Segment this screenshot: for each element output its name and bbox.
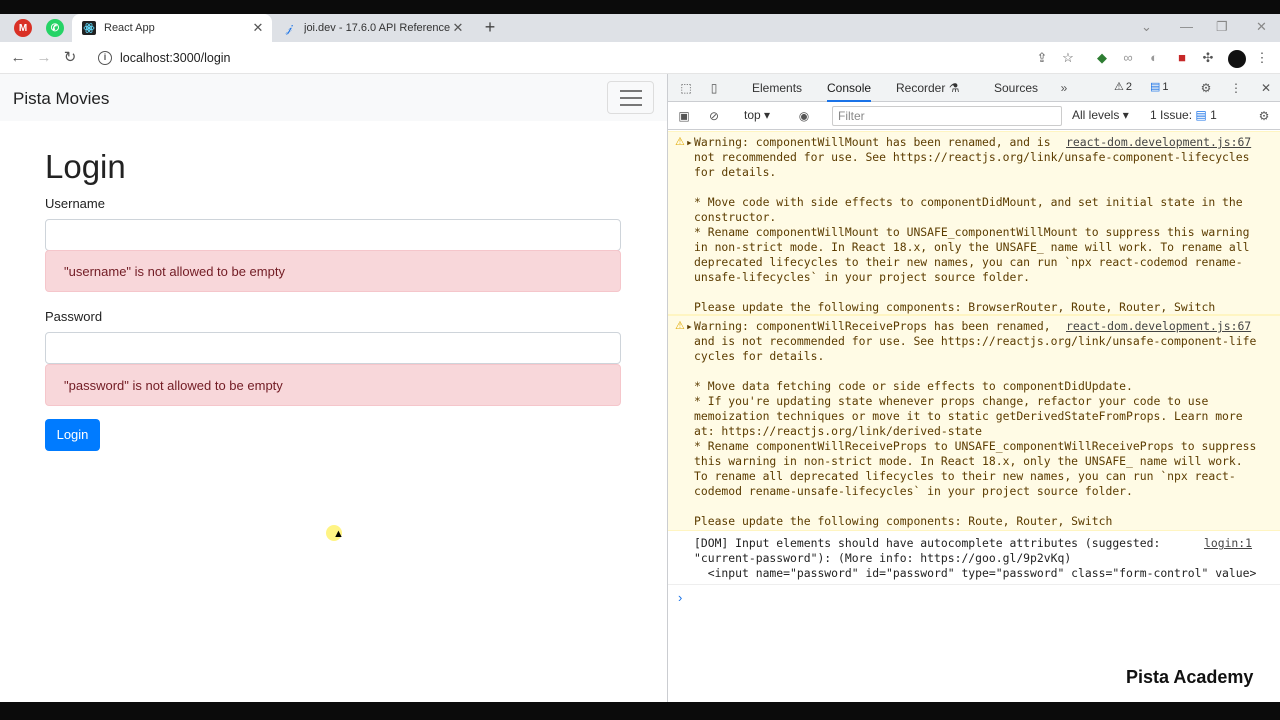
share-icon[interactable]: ⇪ <box>1034 50 1050 66</box>
issues-label: 1 Issue: <box>1150 108 1193 122</box>
console-message: [DOM] Input elements should have autocom… <box>668 533 1280 585</box>
mouse-cursor-icon: ▲ <box>333 528 344 540</box>
warning-source-link[interactable]: react-dom.development.js:67 <box>1066 135 1252 149</box>
extension-icon[interactable]: ◐ <box>1146 50 1162 66</box>
password-field[interactable] <box>45 332 621 364</box>
tab-joi-dev[interactable]: 𝒿 joi.dev - 17.6.0 API Reference ✕ <box>272 14 472 42</box>
more-tabs-icon[interactable]: » <box>1056 80 1072 96</box>
warning-icon: ⚠ <box>1114 81 1124 93</box>
device-toolbar-icon[interactable]: ▯ <box>706 80 722 96</box>
message-source-link[interactable]: login:1 <box>1204 536 1253 550</box>
extension-icon[interactable]: ∞ <box>1120 50 1136 66</box>
browser-tab-strip: M ✆ React App ✕ 𝒿 joi.dev - 17.6.0 API R… <box>0 14 1280 42</box>
password-label: Password <box>45 309 103 324</box>
tab-search-chevron-icon[interactable]: ⌄ <box>1141 19 1152 35</box>
window-close-icon[interactable]: ✕ <box>1256 19 1267 35</box>
tab-recorder-label: Recorder <box>896 81 946 95</box>
username-label: Username <box>45 196 105 211</box>
issues-count: 1 <box>1210 108 1217 122</box>
close-tab-icon[interactable]: ✕ <box>250 20 266 36</box>
minimize-icon[interactable]: — <box>1180 19 1193 34</box>
warning-message-text: Warning: componentWillReceiveProps has b… <box>694 319 1257 528</box>
tab-sources[interactable]: Sources <box>994 74 1038 102</box>
gmail-pinned-tab-icon[interactable]: M <box>14 19 32 37</box>
context-value: top <box>744 108 761 122</box>
tab-recorder[interactable]: Recorder ⚗ <box>896 74 959 102</box>
tab-title: joi.dev - 17.6.0 API Reference <box>304 22 450 34</box>
message-icon: ▤ <box>1150 81 1161 93</box>
console-output: ⚠ ▸ Warning: componentWillMount has been… <box>668 131 1280 701</box>
warnings-badge[interactable]: ⚠ 2 <box>1114 80 1132 94</box>
reload-icon[interactable]: ↻ <box>60 48 80 68</box>
site-info-icon[interactable]: i <box>98 51 112 65</box>
devtools-panel: ⬚ ▯ Elements Console Recorder ⚗ Sources … <box>667 74 1280 702</box>
tab-console[interactable]: Console <box>827 74 872 102</box>
login-button[interactable]: Login <box>45 419 100 451</box>
console-settings-icon[interactable]: ⚙ <box>1256 108 1272 124</box>
devtools-menu-icon[interactable]: ⋮ <box>1228 80 1244 96</box>
expand-arrow-icon[interactable]: ▸ <box>686 319 693 334</box>
console-warning: ⚠ ▸ Warning: componentWillReceiveProps h… <box>668 315 1280 531</box>
username-field[interactable] <box>45 219 621 251</box>
navbar-brand[interactable]: Pista Movies <box>13 89 109 109</box>
navbar-toggler-icon[interactable] <box>607 81 654 114</box>
flask-icon: ⚗ <box>948 81 960 95</box>
app-navbar: Pista Movies <box>0 74 667 121</box>
issue-icon: ▤ <box>1195 108 1207 122</box>
screen-bottom-bar <box>0 702 1280 720</box>
dom-message-text: [DOM] Input elements should have autocom… <box>694 536 1257 580</box>
whatsapp-pinned-tab-icon[interactable]: ✆ <box>46 19 64 37</box>
clear-console-icon[interactable]: ⊘ <box>706 108 722 124</box>
log-levels-value: All levels <box>1072 108 1120 122</box>
new-tab-icon[interactable]: + <box>480 17 500 37</box>
console-filter-input[interactable]: Filter <box>832 106 1062 126</box>
settings-gear-icon[interactable]: ⚙ <box>1198 80 1214 96</box>
warnings-count: 2 <box>1125 80 1132 93</box>
inspect-element-icon[interactable]: ⬚ <box>678 80 694 96</box>
screen-top-bar <box>0 0 1280 14</box>
forward-icon[interactable]: → <box>34 48 54 68</box>
watermark: Pista Academy <box>1126 667 1254 687</box>
messages-count: 1 <box>1162 80 1169 93</box>
react-favicon-icon <box>82 21 96 35</box>
warning-icon: ⚠ <box>675 136 685 148</box>
expand-arrow-icon[interactable]: ▸ <box>686 135 693 150</box>
sidebar-toggle-icon[interactable]: ▣ <box>676 108 692 124</box>
log-levels-select[interactable]: All levels ▾ <box>1072 108 1129 122</box>
bookmark-star-icon[interactable]: ☆ <box>1060 50 1076 66</box>
joi-favicon-icon: 𝒿 <box>285 20 293 35</box>
profile-avatar[interactable] <box>1228 50 1246 68</box>
tab-elements[interactable]: Elements <box>752 74 802 102</box>
url-text: localhost:3000/login <box>120 51 231 65</box>
close-tab-icon[interactable]: ✕ <box>450 20 466 36</box>
password-error-alert: "password" is not allowed to be empty <box>45 364 621 406</box>
warning-icon: ⚠ <box>675 320 685 332</box>
devtools-tab-bar: ⬚ ▯ Elements Console Recorder ⚗ Sources … <box>668 74 1280 102</box>
warning-source-link[interactable]: react-dom.development.js:67 <box>1066 319 1252 333</box>
tab-title: React App <box>104 22 155 34</box>
extension-icon[interactable]: ◆ <box>1094 50 1110 66</box>
console-filter-bar: ▣ ⊘ top ▾ ◉ Filter All levels ▾ 1 Issue:… <box>668 102 1280 130</box>
console-prompt-icon[interactable]: › <box>678 590 682 605</box>
back-icon[interactable]: ← <box>8 48 28 68</box>
react-app-page: Pista Movies Login Username "username" i… <box>0 74 667 702</box>
console-warning: ⚠ ▸ Warning: componentWillMount has been… <box>668 131 1280 315</box>
messages-badge[interactable]: ▤ 1 <box>1150 80 1169 94</box>
live-expression-eye-icon[interactable]: ◉ <box>796 108 812 124</box>
context-select[interactable]: top ▾ <box>744 108 770 122</box>
username-error-alert: "username" is not allowed to be empty <box>45 250 621 292</box>
menu-kebab-icon[interactable]: ⋮ <box>1254 50 1270 66</box>
issues-button[interactable]: 1 Issue: ▤ 1 <box>1150 108 1217 122</box>
close-devtools-icon[interactable]: ✕ <box>1258 80 1274 96</box>
extensions-puzzle-icon[interactable]: ✣ <box>1200 50 1216 66</box>
browser-toolbar: ← → ↻ i localhost:3000/login ⇪ ☆ ◆ ∞ ◐ ■… <box>0 42 1280 74</box>
page-title: Login <box>45 148 126 185</box>
address-bar[interactable]: i localhost:3000/login <box>94 46 1084 70</box>
warning-message-text: Warning: componentWillMount has been ren… <box>694 135 1250 314</box>
tab-react-app[interactable]: React App ✕ <box>72 14 272 42</box>
extension-icon[interactable]: ■ <box>1174 50 1190 66</box>
maximize-icon[interactable]: ❐ <box>1216 19 1228 35</box>
